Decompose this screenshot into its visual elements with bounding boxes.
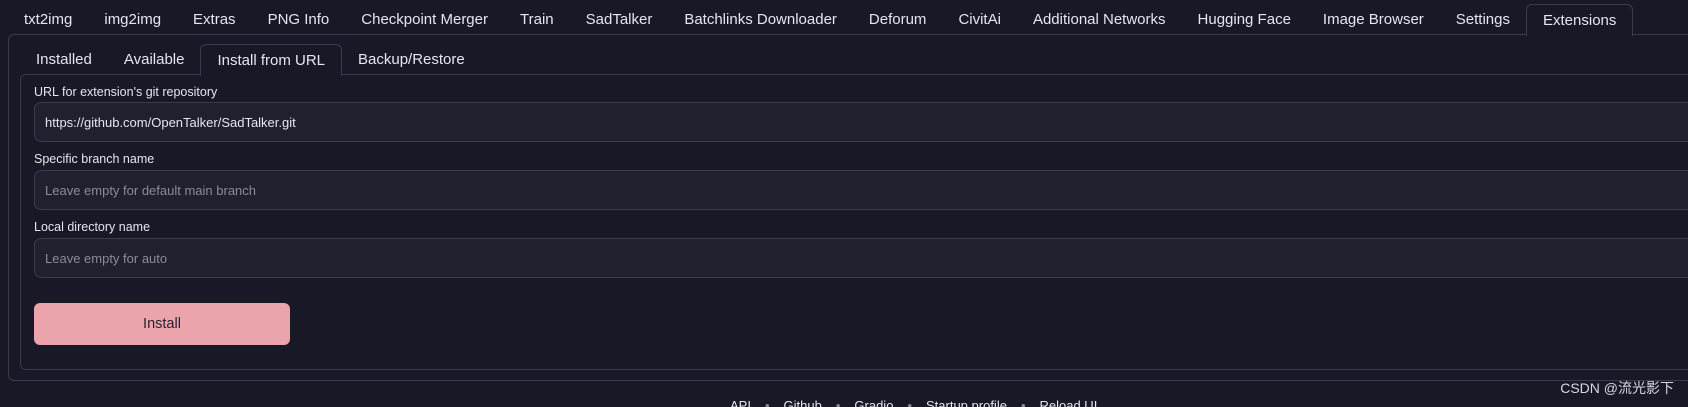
tab-txt2img[interactable]: txt2img [8, 4, 88, 35]
footer-link-gradio[interactable]: Gradio [854, 398, 893, 407]
footer-link-api[interactable]: API [730, 398, 751, 407]
tab-hugging-face[interactable]: Hugging Face [1182, 4, 1307, 35]
footer-separator: • [907, 398, 912, 407]
footer-separator: • [764, 398, 770, 407]
tab-additional-networks[interactable]: Additional Networks [1017, 4, 1182, 35]
tab-png-info[interactable]: PNG Info [252, 4, 346, 35]
footer-separator: • [835, 398, 841, 407]
url-input[interactable] [34, 102, 1688, 142]
top-tab-bar: txt2img img2img Extras PNG Info Checkpoi… [8, 4, 1634, 36]
tab-sadtalker[interactable]: SadTalker [570, 4, 669, 35]
tab-img2img[interactable]: img2img [88, 4, 177, 35]
footer-separator: • [1020, 398, 1026, 407]
footer-link-startup-profile[interactable]: Startup profile [926, 398, 1007, 407]
directory-input[interactable] [34, 238, 1688, 278]
install-button[interactable]: Install [34, 303, 290, 345]
footer-link-github[interactable]: Github [784, 398, 822, 407]
footer-link-reload-ui[interactable]: Reload UI [1040, 398, 1098, 407]
branch-input[interactable] [34, 170, 1688, 210]
tab-deforum[interactable]: Deforum [853, 4, 943, 35]
extensions-tab-bar: Installed Available Install from URL Bac… [20, 44, 481, 76]
url-label: URL for extension's git repository [34, 85, 218, 99]
tab-installed[interactable]: Installed [20, 44, 108, 75]
watermark: CSDN @流光影下 [1560, 380, 1674, 396]
tab-civitai[interactable]: CivitAi [942, 4, 1017, 35]
app-root: txt2img img2img Extras PNG Info Checkpoi… [0, 0, 1688, 407]
tab-batchlinks-downloader[interactable]: Batchlinks Downloader [668, 4, 853, 35]
branch-label: Specific branch name [34, 152, 155, 166]
tab-available[interactable]: Available [108, 44, 201, 75]
tab-image-browser[interactable]: Image Browser [1307, 4, 1440, 35]
tab-install-from-url[interactable]: Install from URL [200, 44, 343, 76]
tab-extras[interactable]: Extras [177, 4, 252, 35]
tab-checkpoint-merger[interactable]: Checkpoint Merger [345, 4, 504, 35]
tab-train[interactable]: Train [504, 4, 570, 35]
tab-backup-restore[interactable]: Backup/Restore [342, 44, 481, 75]
footer-links: API • Github • Gradio • Startup profile … [730, 398, 1097, 407]
tab-extensions[interactable]: Extensions [1526, 4, 1634, 36]
directory-label: Local directory name [34, 220, 151, 234]
tab-settings[interactable]: Settings [1440, 4, 1526, 35]
